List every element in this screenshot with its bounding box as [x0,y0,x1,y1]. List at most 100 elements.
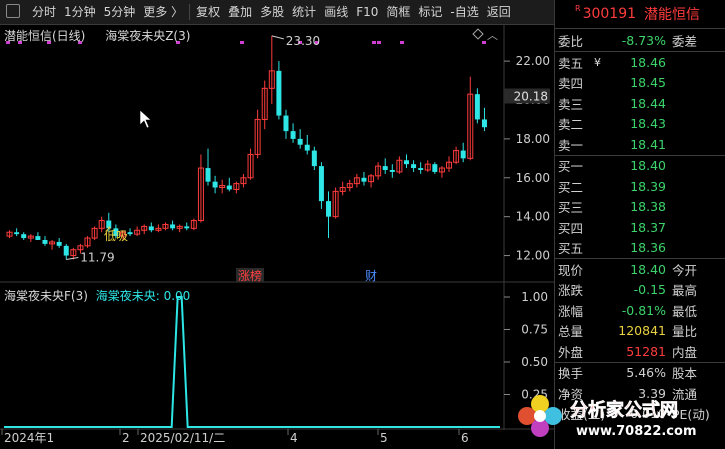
stat-label: 涨跌 [558,283,584,299]
stat-row: 总量 120841 量比 [555,321,725,342]
tb-btn-tongji[interactable]: 统计 [288,0,320,24]
candle-body-down [474,94,480,120]
stat-row: 换手 5.46% 股本 [555,363,725,384]
candle-body-down [290,131,296,139]
weicha-label: 委差 [672,33,698,49]
candle-body-down [14,232,20,235]
stat-label-2: 最低 [672,303,698,319]
sell-level-label: 卖三 [558,96,584,112]
candle-body-down [460,150,466,159]
mouse-cursor-icon [139,109,152,129]
buy-row: 买四 18.37 [555,217,725,238]
menu-icon[interactable] [6,4,20,18]
candle-body-down [418,168,424,170]
candle-body-down [318,166,324,202]
tb-btn-fuquan[interactable]: 复权 [192,0,224,24]
chart-area: 22.0020.0018.0016.0014.0012.0020.1823.30… [0,25,554,449]
sell-price: 18.43 [630,116,666,132]
signal-marker [240,41,244,44]
y-tick-label: 12.00 [516,249,550,263]
main-chart-indicator[interactable]: 海棠夜未央Z(3) [105,29,190,43]
stat-value: 18.40 [630,261,666,277]
tb-btn-duogu[interactable]: 多股 [256,0,288,24]
sell-row: 卖一 18.41 [555,134,725,155]
buy-level-label: 买四 [558,220,584,236]
sell-book: 卖五 ¥18.46 卖四 18.45 卖三 18.44 卖二 18.43 卖一 18.41 [555,52,725,155]
sell-price: 18.45 [630,75,666,91]
main-chart-title-bar: 潜能恒信(日线) 海棠夜未央Z(3) [4,27,190,44]
tb-btn-jiankuang[interactable]: 简框 [382,0,414,24]
x-tick-label: 6 [461,431,469,445]
candle-body-down [361,177,367,182]
y-tick-label: 22.00 [516,54,550,68]
watermark-url: www.70822.com [576,424,697,439]
weibi-row: 委比 -8.73% 委差 [555,29,725,51]
weibi-label: 委比 [558,33,584,49]
flower-logo-icon [518,395,562,437]
stats-block: 现价 18.40 今开 涨跌 -0.15 最高 涨幅 -0.81% 最低 总量 120841 量比 外盘… [555,259,725,362]
candle-body-down [170,224,176,229]
candle-body-down [21,234,27,239]
tb-btn-huaxian[interactable]: 画线 [320,0,352,24]
sub-y-tick-label: 0.75 [521,323,548,337]
y-tick-label: 18.00 [516,132,550,146]
sub-chart-title[interactable]: 海棠夜未央F(3) [4,289,88,303]
candle-body-down [311,150,317,167]
signal-marker [377,41,381,44]
candle-body-down [56,241,62,246]
tb-btn-diejia[interactable]: 叠加 [224,0,256,24]
signal-marker [482,41,486,44]
candle-body-down [297,138,303,145]
candle-body-down [326,201,332,217]
tb-btn-f10[interactable]: F10 [352,0,382,24]
main-chart-title: 潜能恒信(日线) [4,29,86,43]
y-tick-label: 16.00 [516,171,550,185]
buy-price: 18.36 [630,240,666,256]
candle-body-down [63,245,69,256]
y-tick-label: 14.00 [516,210,550,224]
sell-level-label: 卖二 [558,117,584,133]
candle-body-down [389,170,395,172]
x-tick-label: 5 [380,431,388,445]
stock-code: 300191 [582,6,637,22]
candle-body-down [403,160,409,165]
stat-value: -0.15 [633,282,666,298]
kline-chart-svg[interactable]: 22.0020.0018.0016.0014.0012.0020.1823.30… [0,25,554,449]
chevron-up-icon[interactable]: ︿ [487,27,498,43]
zhangbang-marker: 涨榜 [238,268,262,283]
stat-label: 换手 [558,366,584,382]
sell-row: 卖三 18.44 [555,93,725,114]
buy-level-label: 买五 [558,241,584,257]
buy-row: 买二 18.39 [555,176,725,197]
tb-btn-zixuan[interactable]: -自选 [446,0,482,24]
candle-body-down [148,226,154,231]
stat-label-2: 最高 [672,283,698,299]
candle-body-down [205,168,211,182]
watermark-logo: 分析家公式网 www.70822.com [514,390,725,449]
tb-btn-biaoji[interactable]: 标记 [414,0,446,24]
stat-row: 外盘 51281 内盘 [555,341,725,362]
stat-value: 120841 [618,323,666,339]
tb-btn-fanhui[interactable]: 返回 [483,0,515,24]
candle-body-down [184,226,190,229]
stat-label-2: 内盘 [672,344,698,360]
tb-btn-more[interactable]: 更多 〉 [139,0,187,24]
tb-btn-1min[interactable]: 1分钟 [60,0,100,24]
tb-btn-5min[interactable]: 5分钟 [100,0,140,24]
sub-indicator-line [4,296,500,428]
x-tick-label: 2025/02/11/二 [140,431,225,445]
buy-book: 买一 18.40 买二 18.39 买三 18.38 买四 18.37 买五 18.36 [555,156,725,259]
sub-chart-title-bar: 海棠夜未央F(3) 海棠夜未央: 0.00 [4,287,190,304]
buy-row: 买一 18.40 [555,156,725,177]
stat-label-2: 今开 [672,262,698,278]
high-pointer [271,35,284,40]
x-tick-label: 4 [290,431,298,445]
candle-body-down [42,240,48,244]
sell-row: 卖五 ¥18.46 [555,52,725,73]
buy-price: 18.39 [630,178,666,194]
toolbar: 分时 1分钟 5分钟 更多 〉 复权 叠加 多股 统计 画线 F10 简框 标记… [0,0,554,25]
tb-btn-minute[interactable]: 分时 [28,0,60,24]
stat-value: -0.81% [621,302,666,318]
sell-flag: ¥ [594,55,601,69]
candle-body-down [411,164,417,169]
